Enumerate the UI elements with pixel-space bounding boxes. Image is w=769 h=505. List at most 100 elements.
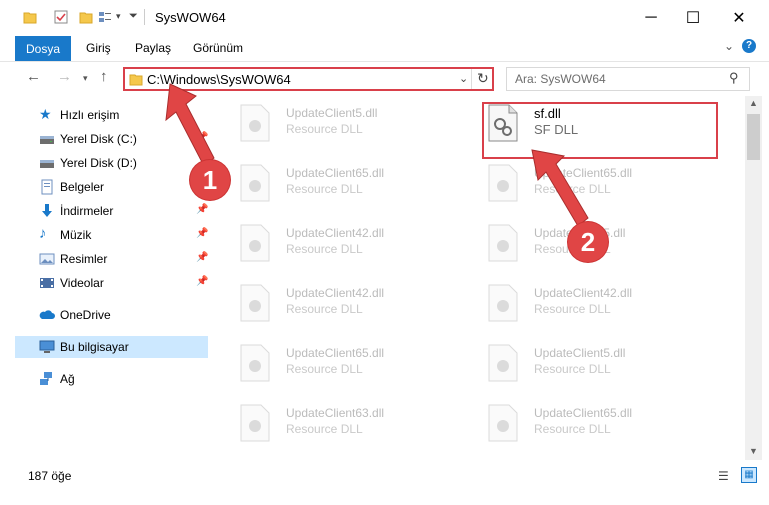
sidebar-item-label: Ağ	[60, 372, 75, 386]
dll-file-icon	[240, 224, 270, 262]
file-highlight-box	[482, 102, 718, 159]
sidebar-item-label: Hızlı erişim	[60, 108, 120, 122]
sidebar-item-this-pc[interactable]: Bu bilgisayar	[15, 336, 208, 358]
sidebar-item-local-disk-d[interactable]: Yerel Disk (D:)	[15, 152, 208, 174]
pin-icon[interactable]: 📌	[196, 228, 208, 239]
forward-arrow-icon[interactable]: →	[57, 68, 72, 85]
sidebar-item-music[interactable]: ♪ Müzik 📌	[15, 224, 208, 246]
address-path[interactable]: C:\Windows\SysWOW64	[147, 72, 291, 87]
dll-file-icon	[240, 344, 270, 382]
tab-share[interactable]: Paylaş	[135, 41, 171, 55]
window-title: SysWOW64	[155, 10, 226, 25]
file-type: Resource DLL	[286, 362, 363, 376]
callout-step-one: 1	[190, 160, 230, 200]
file-item[interactable]: UpdateClient65.dll Resource DLL	[224, 340, 464, 392]
search-icon[interactable]: ⚲	[729, 70, 739, 86]
sidebar-item-onedrive[interactable]: OneDrive	[15, 304, 208, 326]
file-item[interactable]: UpdateClient5.dll Resource DLL	[472, 340, 712, 392]
dll-file-icon	[240, 104, 270, 142]
dll-file-icon	[240, 284, 270, 322]
file-type: Resource DLL	[286, 422, 363, 436]
minimize-button[interactable]: ─	[628, 0, 674, 36]
sidebar-item-network[interactable]: Ağ	[15, 368, 208, 390]
file-item[interactable]: UpdateClient65.dll Resource DLL	[472, 400, 712, 452]
pin-icon[interactable]: 📌	[196, 132, 208, 143]
music-icon: ♪	[39, 225, 47, 242]
file-name: UpdateClient42.dll	[534, 286, 633, 300]
sidebar-item-label: Yerel Disk (C:)	[60, 132, 137, 146]
up-arrow-icon[interactable]: ↑	[100, 68, 108, 85]
file-name: UpdateClient65.dll	[286, 346, 385, 360]
address-dropdown-icon[interactable]: ⌄	[459, 72, 468, 85]
scroll-thumb[interactable]	[747, 114, 760, 160]
tiles-view-icon[interactable]: ▦	[741, 467, 757, 483]
file-item[interactable]: UpdateClient42.dll Resource DLL	[224, 280, 464, 332]
dll-file-icon	[240, 164, 270, 202]
item-count: 187 öğe	[28, 469, 72, 483]
scroll-up-icon[interactable]: ▲	[749, 98, 758, 108]
file-type: Resource DLL	[534, 422, 611, 436]
maximize-icon: ☐	[685, 10, 701, 27]
back-arrow-icon[interactable]: ←	[26, 68, 41, 85]
pin-icon[interactable]: 📌	[196, 204, 208, 215]
sidebar-item-pictures[interactable]: Resimler 📌	[15, 248, 208, 270]
file-item[interactable]: UpdateClient63.dll Resource DLL	[224, 400, 464, 452]
file-type: Resource DLL	[534, 182, 611, 196]
dll-file-icon	[488, 404, 518, 442]
sidebar-item-documents[interactable]: Belgeler	[15, 176, 208, 198]
dll-file-icon	[488, 224, 518, 262]
close-button[interactable]: ✕	[716, 0, 762, 36]
tab-file[interactable]: Dosya	[15, 36, 71, 61]
dll-file-icon	[240, 404, 270, 442]
address-bar[interactable]: C:\Windows\SysWOW64 ⌄ ↻	[123, 67, 494, 91]
sidebar-item-local-disk-c[interactable]: Yerel Disk (C:) 📌	[15, 128, 208, 150]
refresh-icon[interactable]: ↻	[477, 70, 489, 87]
new-folder-icon[interactable]	[79, 10, 93, 24]
file-name: UpdateClient42.dll	[286, 226, 385, 240]
computer-icon	[39, 340, 55, 353]
sidebar-item-label: OneDrive	[60, 308, 111, 322]
dropdown-arrow-icon[interactable]: ▾	[116, 11, 121, 22]
maximize-button[interactable]: ☐	[670, 0, 716, 36]
view-options-icon[interactable]	[98, 10, 112, 24]
sidebar-item-downloads[interactable]: İndirmeler 📌	[15, 200, 208, 222]
pin-icon[interactable]: 📌	[196, 252, 208, 263]
file-item[interactable]: UpdateClient42.dll Resource DLL	[224, 220, 464, 272]
tab-view[interactable]: Görünüm	[193, 41, 243, 55]
download-icon	[42, 204, 52, 217]
star-icon: ★	[39, 106, 52, 122]
tab-home[interactable]: Giriş	[86, 41, 111, 55]
sidebar-item-videos[interactable]: Videolar 📌	[15, 272, 208, 294]
sidebar-item-label: Resimler	[60, 252, 108, 266]
file-item[interactable]: UpdateClient5.dll Resource DLL	[224, 100, 464, 152]
file-item[interactable]: UpdateClient65.dll Resource DLL	[224, 160, 464, 212]
sidebar-item-label: Bu bilgisayar	[60, 340, 129, 354]
customize-toolbar-icon[interactable]: ⏷	[129, 10, 138, 23]
pin-icon[interactable]: 📌	[196, 276, 208, 287]
drive-icon	[40, 136, 54, 144]
file-item[interactable]: UpdateClient42.dll Resource DLL	[472, 280, 712, 332]
file-name: UpdateClient65.dll	[286, 166, 385, 180]
dll-file-icon	[488, 164, 518, 202]
help-icon[interactable]: ?	[742, 39, 756, 53]
dll-file-icon	[488, 344, 518, 382]
file-name: UpdateClient42.dll	[286, 286, 385, 300]
recent-locations-icon[interactable]: ▾	[83, 73, 88, 84]
file-item[interactable]: UpdateClient65.dll Resource DLL	[472, 160, 712, 212]
sidebar-item-quick-access[interactable]: ★ Hızlı erişim	[15, 104, 208, 126]
expand-ribbon-icon[interactable]: ⌄	[724, 39, 734, 53]
drive-icon	[40, 160, 54, 168]
properties-icon[interactable]	[54, 10, 68, 24]
vertical-scrollbar[interactable]: ▲ ▼	[745, 96, 762, 460]
file-name: UpdateClient65.dll	[534, 166, 633, 180]
scroll-down-icon[interactable]: ▼	[749, 446, 758, 456]
sidebar-item-label: Videolar	[60, 276, 104, 290]
file-type: Resource DLL	[286, 122, 363, 136]
status-bar: 187 öğe ☰ ▦	[0, 462, 769, 490]
sidebar-item-label: Yerel Disk (D:)	[60, 156, 137, 170]
file-name: UpdateClient63.dll	[286, 406, 385, 420]
dll-file-icon	[488, 284, 518, 322]
search-input[interactable]: Ara: SysWOW64 ⚲	[506, 67, 750, 91]
details-view-icon[interactable]: ☰	[718, 469, 729, 483]
callout-step-two: 2	[568, 222, 608, 262]
